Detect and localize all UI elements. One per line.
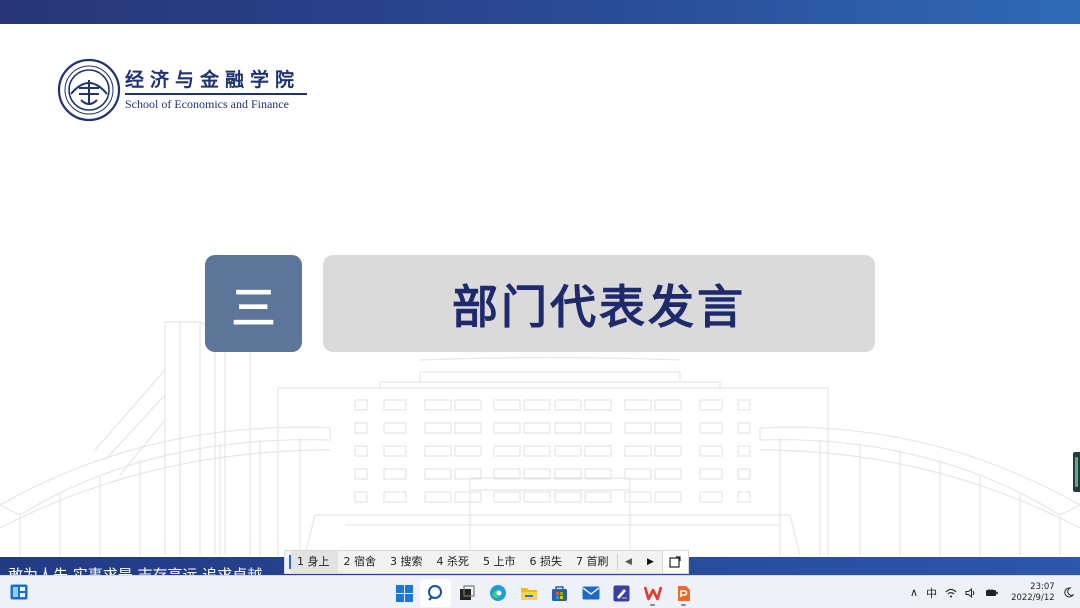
ime-candidate[interactable]: 4 杀死 <box>431 551 478 573</box>
school-name-english: School of Economics and Finance <box>125 96 289 111</box>
wps-presentation-icon[interactable] <box>668 579 699 607</box>
pen-app-icon[interactable] <box>606 579 637 607</box>
system-tray: ∧ 中 23:07 2022/9/12 <box>910 576 1080 608</box>
battery-plug-icon[interactable] <box>985 588 999 598</box>
show-hidden-icons-chevron[interactable]: ∧ <box>910 586 918 599</box>
mail-icon[interactable] <box>575 579 606 607</box>
windows-start-icon[interactable] <box>389 579 420 607</box>
motto-ticker: 敢为人先 实事求是 志存高远 追求卓越 <box>8 566 263 575</box>
ime-candidate[interactable]: 3 搜索 <box>384 551 431 573</box>
triangle-right-icon[interactable]: ▶ <box>640 557 662 567</box>
search-icon[interactable] <box>420 579 451 607</box>
volume-icon[interactable] <box>965 587 977 598</box>
ime-candidate[interactable]: 7 首刷 <box>570 551 617 573</box>
task-view-icon[interactable] <box>451 579 482 607</box>
widgets-icon[interactable] <box>10 584 28 600</box>
ime-candidate[interactable]: 5 上市 <box>477 551 524 573</box>
windows-taskbar: ∧ 中 23:07 2022/9/12 <box>0 575 1080 608</box>
wps-office-icon[interactable] <box>637 579 668 607</box>
triangle-left-icon[interactable]: ◀ <box>618 557 640 567</box>
clock-date: 2022/9/12 <box>1011 592 1055 603</box>
side-scroll-handle[interactable] <box>1073 452 1080 492</box>
edge-browser-icon[interactable] <box>482 579 513 607</box>
logo-divider <box>125 93 307 95</box>
ime-candidate[interactable]: 2 宿舍 <box>338 551 385 573</box>
section-number-box: 三 <box>205 255 302 352</box>
microsoft-store-icon[interactable] <box>544 579 575 607</box>
ime-candidate-bar: 1 身上 2 宿舍 3 搜索 4 杀死 5 上市 6 损失 7 首刷 ◀ ▶ <box>284 550 689 574</box>
ime-mode-indicator[interactable]: 中 <box>926 585 937 601</box>
file-explorer-icon[interactable] <box>513 579 544 607</box>
ime-candidate[interactable]: 6 损失 <box>524 551 571 573</box>
school-logo: 经济与金融学院 School of Economics and Finance <box>57 58 307 122</box>
taskbar-clock[interactable]: 23:07 2022/9/12 <box>1011 582 1055 604</box>
wifi-icon[interactable] <box>945 588 957 598</box>
school-name-chinese: 经济与金融学院 <box>125 69 301 92</box>
school-seal-icon <box>57 58 121 122</box>
section-title: 部门代表发言 <box>323 255 875 352</box>
ime-candidate[interactable]: 1 身上 <box>291 551 338 573</box>
notification-moon-icon[interactable] <box>1063 587 1074 598</box>
running-indicator <box>681 604 686 606</box>
expand-candidates-icon[interactable] <box>661 551 688 573</box>
running-indicator <box>650 604 655 606</box>
clock-time: 23:07 <box>1030 581 1055 592</box>
top-header-band <box>0 0 1080 24</box>
